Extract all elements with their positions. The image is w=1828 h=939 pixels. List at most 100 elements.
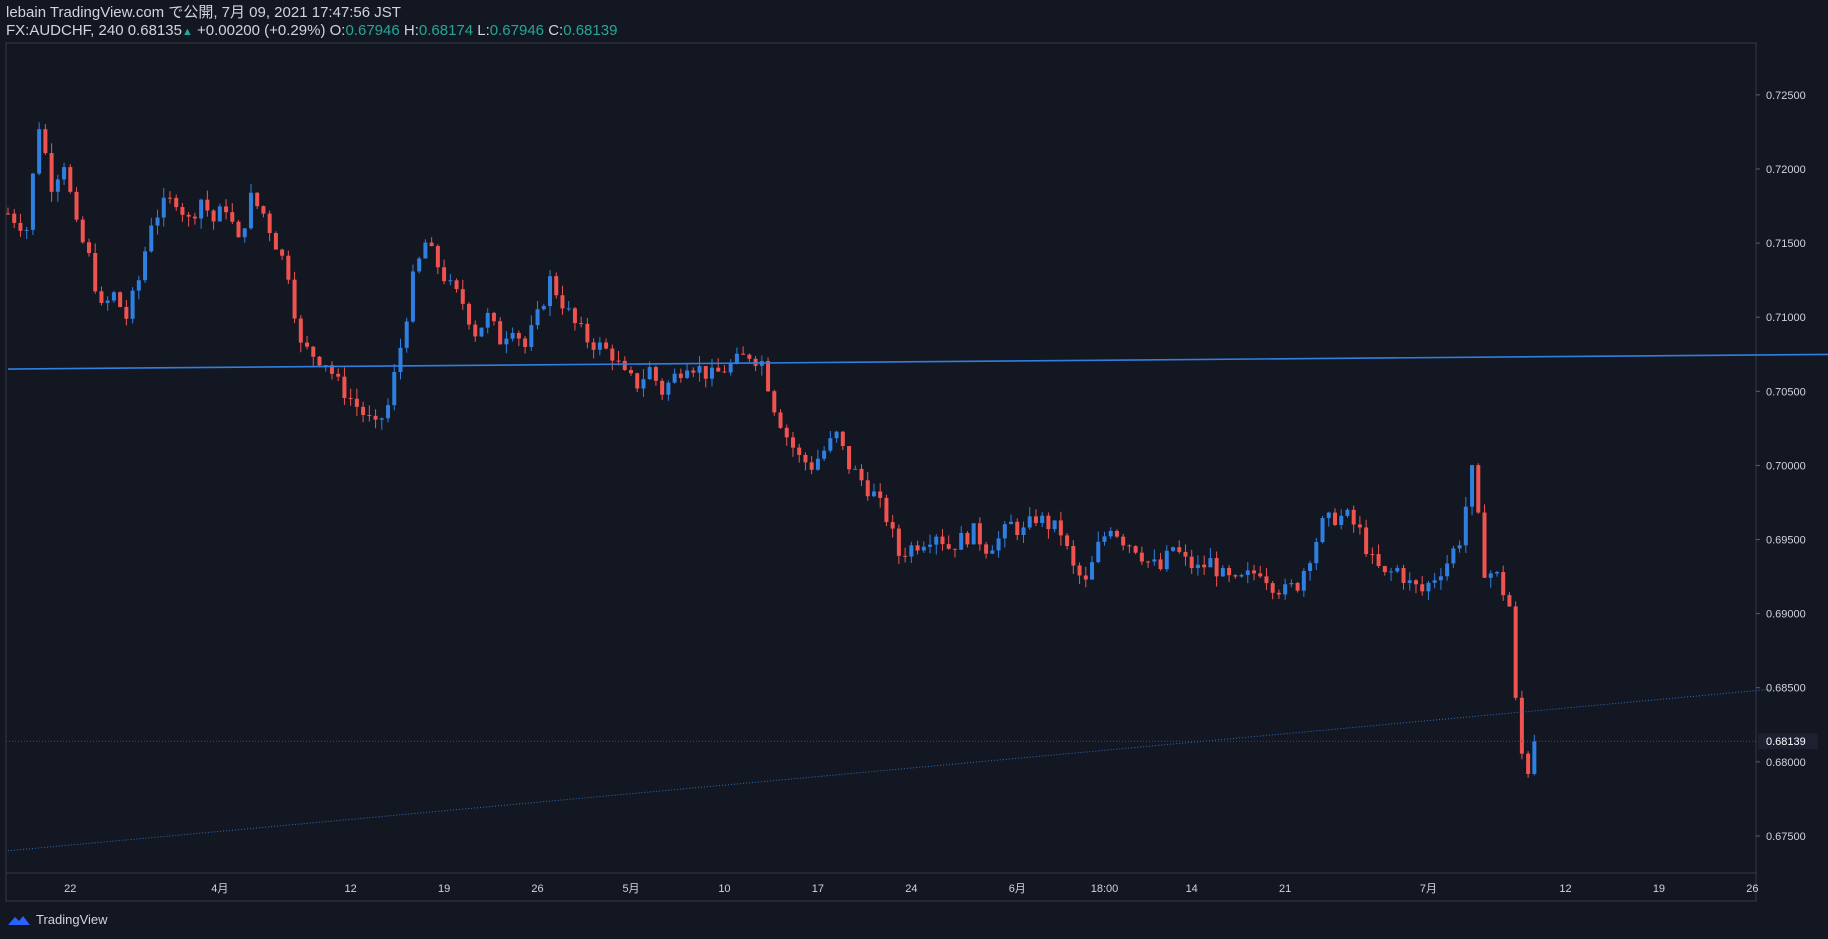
trendline-upper[interactable] [7,353,1828,370]
trendlines-layer[interactable] [6,353,1828,852]
candle [1202,555,1207,575]
candle [1426,580,1431,601]
candle [847,446,852,474]
candle-body [840,431,845,447]
candle [1289,579,1294,588]
candle [1389,567,1394,581]
candle-body [68,167,73,192]
candle-body [579,323,584,325]
candle-body [1289,582,1294,585]
candle-body [1233,575,1238,577]
candle [834,430,839,443]
candle [1071,540,1076,574]
candle [1463,496,1468,553]
candle [865,472,870,501]
x-tick-label: 18:00 [1091,883,1119,895]
candle [1208,547,1213,568]
candle-body [847,446,852,470]
candle [136,275,141,300]
candle-body [822,450,827,459]
candle-body [342,376,347,399]
y-tick-label: 0.69500 [1766,535,1806,547]
candle [267,210,272,242]
candle [1227,565,1232,583]
candle [286,250,291,284]
candle-body [1470,465,1475,507]
candle [1283,578,1288,600]
candle-body [766,361,771,392]
candle [205,190,210,217]
candle [984,541,989,559]
candle [815,449,820,471]
candle-body [348,398,353,400]
candle [579,316,584,328]
candle-body [890,522,895,529]
candle-body [797,447,802,455]
candle [516,330,521,347]
candle-body [1351,509,1356,525]
candle [921,541,926,553]
candle-body [1096,541,1101,563]
candle-body [161,197,166,218]
candle-body [118,292,123,307]
candle-body [1071,546,1076,566]
candle-body [1345,509,1350,516]
y-tick-label: 0.70500 [1766,386,1806,398]
candle [1301,568,1306,597]
candle-body [255,192,260,207]
candle [1413,578,1418,594]
candle [572,306,577,331]
price-chart[interactable]: 0.72500 0.72000 0.71500 0.71000 0.70500 0.700… [0,0,1828,939]
candle [541,303,546,311]
candle-body [192,216,197,219]
candle-body [1015,521,1020,535]
candle-body [473,324,478,337]
candle-body [1046,515,1051,530]
candle [80,216,85,244]
candle [161,188,166,227]
candle-body [311,346,316,357]
candle [1351,505,1356,533]
candle [790,431,795,457]
candle-body [1382,566,1387,573]
candle-body [498,321,503,345]
candle [1015,518,1020,541]
candle-body [373,415,378,420]
candle [1370,547,1375,565]
candle-body [174,197,179,208]
candle-body [62,167,67,180]
candle-body [1220,567,1225,577]
candle [965,531,970,548]
candle [703,366,708,388]
candle [1357,516,1362,535]
price-axis[interactable]: 0.72500 0.72000 0.71500 0.71000 0.70500 0.700… [1756,90,1818,843]
candle [155,209,160,235]
candle-body [946,544,951,549]
candle-body [130,290,135,319]
candle [940,529,945,551]
candle-body [361,406,366,416]
candle-body [529,325,534,347]
candle-body [12,213,17,223]
candle [759,355,764,376]
candle [1457,540,1462,553]
candle-body [716,367,721,372]
candle [473,320,478,342]
candle-body [1476,465,1481,513]
trendline-lower[interactable] [7,688,1772,852]
candle [1332,508,1337,527]
candle [1065,533,1070,550]
candle-body [1177,547,1182,552]
candle [392,363,397,411]
candle [691,367,696,378]
candle [354,388,359,417]
candle-body [1033,516,1038,524]
candle [1040,512,1045,528]
candle [186,212,191,227]
footer-brand[interactable]: TradingView [6,912,108,927]
time-axis[interactable]: 22 4月 12 19 26 5月 10 17 24 6月 18:00 14 21 7月 12 19 26 [64,883,1758,895]
candle-body [604,342,609,349]
candle-body [554,276,559,296]
candle [591,338,596,359]
candle-body [878,491,883,498]
